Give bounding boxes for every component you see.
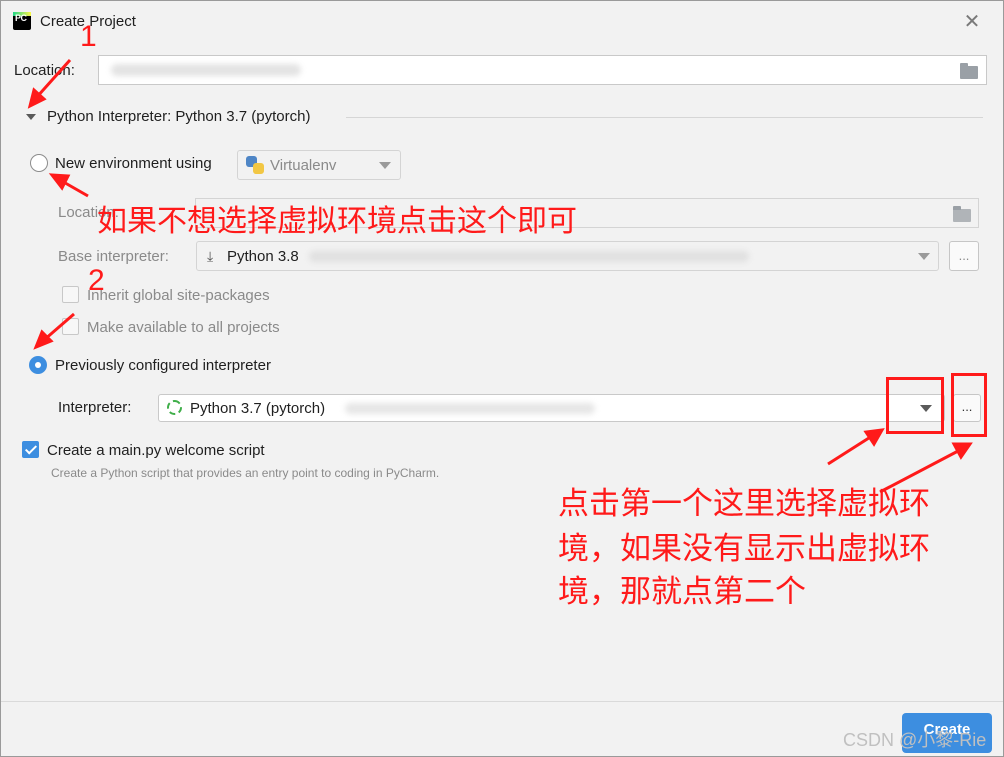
annotation-note-line-2: 境，如果没有显示出虚拟环 — [558, 531, 930, 567]
arrowhead-browse — [951, 442, 973, 460]
annotation-number-1: 1 — [80, 20, 97, 53]
annotation-number-2: 2 — [88, 264, 105, 297]
highlight-dropdown-box — [886, 377, 944, 434]
arrowhead-new-env — [48, 173, 71, 191]
annotation-note-new-env: 如果不想选择虚拟环境点击这个即可 — [97, 204, 577, 239]
annotation-arrows — [27, 58, 973, 494]
watermark: CSDN @小黎-Rie — [843, 730, 987, 750]
highlight-browse-box — [951, 373, 987, 437]
annotation-note-line-1: 点击第一个这里选择虚拟环 — [558, 486, 930, 522]
arrow-dropdown — [827, 434, 873, 466]
arrow-2 — [43, 312, 75, 342]
annotation-note-line-3: 境，那就点第二个 — [558, 574, 806, 610]
arrow-1 — [34, 58, 72, 100]
arrowhead-dropdown — [863, 428, 885, 447]
